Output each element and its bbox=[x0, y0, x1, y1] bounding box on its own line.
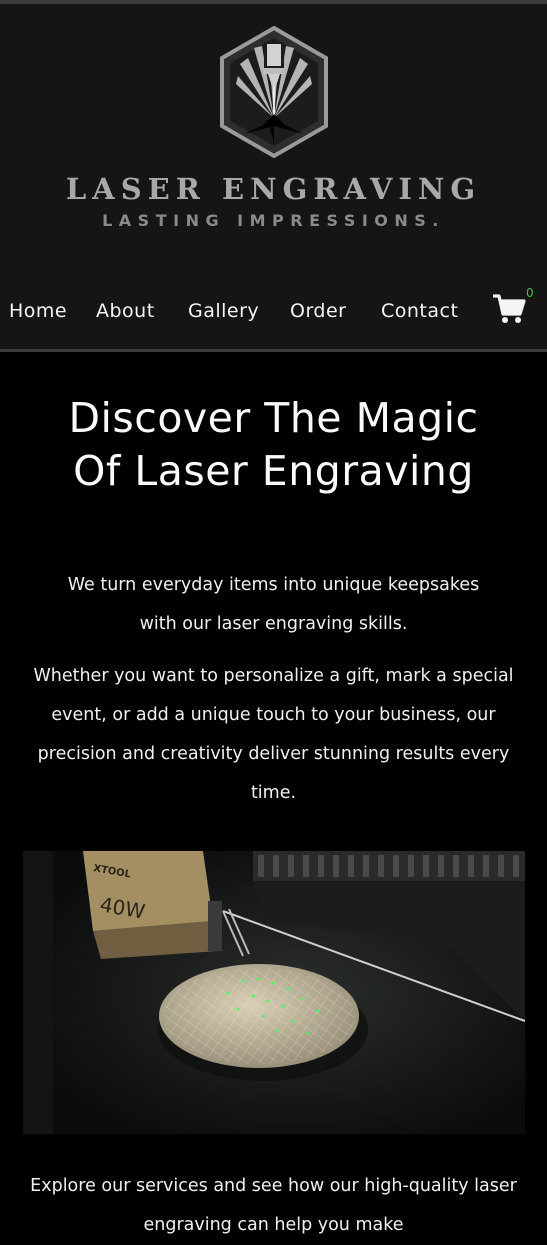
cart-count-badge: 0 bbox=[526, 286, 534, 300]
nav-gallery[interactable]: Gallery bbox=[188, 300, 259, 322]
brand-tagline: LASTING IMPRESSIONS. bbox=[102, 211, 445, 230]
logo[interactable] bbox=[0, 22, 547, 162]
details-paragraph: Whether you want to personalize a gift, … bbox=[33, 666, 514, 803]
heading-line-2: Of Laser Engraving bbox=[73, 447, 474, 495]
site-header: LASER ENGRAVING LASTING IMPRESSIONS. Hom… bbox=[0, 4, 547, 349]
main-nav: Home About Gallery Order Contact bbox=[0, 292, 547, 332]
services-paragraph: Explore our services and see how our hig… bbox=[30, 1176, 517, 1235]
laser-logo-icon bbox=[219, 25, 328, 159]
intro-paragraph: We turn everyday items into unique keeps… bbox=[67, 575, 480, 634]
shopping-cart-icon bbox=[493, 294, 526, 323]
nav-about[interactable]: About bbox=[96, 300, 155, 322]
laser-engraver-image: XTOOL 40W bbox=[22, 851, 525, 1134]
nav-home[interactable]: Home bbox=[9, 300, 67, 322]
page-heading: Discover The Magic Of Laser Engraving bbox=[0, 352, 547, 498]
cart-button[interactable] bbox=[492, 292, 528, 328]
heading-line-1: Discover The Magic bbox=[68, 394, 479, 442]
nav-order[interactable]: Order bbox=[290, 300, 347, 322]
nav-contact[interactable]: Contact bbox=[381, 300, 458, 322]
main-content: Discover The Magic Of Laser Engraving We… bbox=[0, 352, 547, 1245]
brand-title: LASER ENGRAVING bbox=[65, 172, 482, 206]
